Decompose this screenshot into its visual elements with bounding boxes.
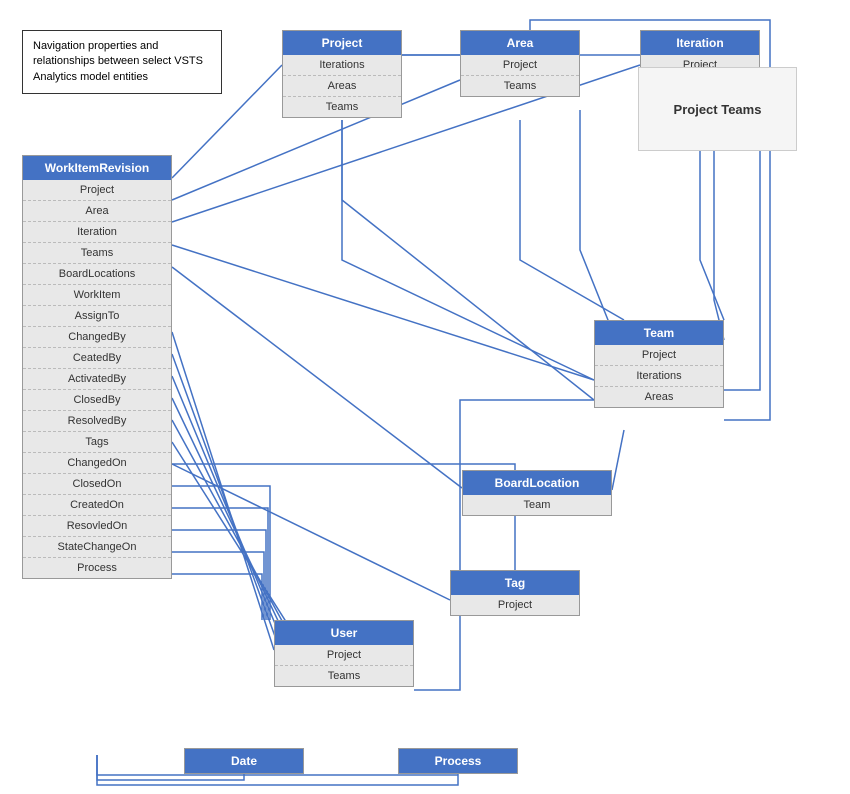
field-wir-resovledon: ResovledOn bbox=[23, 516, 171, 537]
field-wir-closedon: ClosedOn bbox=[23, 474, 171, 495]
field-boardlocation-team: Team bbox=[463, 495, 611, 515]
entity-tag-body: Project bbox=[451, 595, 579, 615]
field-team-areas: Areas bbox=[595, 387, 723, 407]
field-project-areas: Areas bbox=[283, 76, 401, 97]
entity-team: Team Project Iterations Areas bbox=[594, 320, 724, 408]
entity-boardlocation-body: Team bbox=[463, 495, 611, 515]
entity-date-header: Date bbox=[185, 749, 303, 773]
note-text: Navigation properties and relationships … bbox=[33, 40, 203, 83]
field-wir-project: Project bbox=[23, 180, 171, 201]
field-wir-iteration: Iteration bbox=[23, 222, 171, 243]
entity-tag: Tag Project bbox=[450, 570, 580, 616]
field-wir-activatedby: ActivatedBy bbox=[23, 369, 171, 390]
entity-project-body: Iterations Areas Teams bbox=[283, 55, 401, 117]
field-wir-changedby: ChangedBy bbox=[23, 327, 171, 348]
field-wir-tags: Tags bbox=[23, 432, 171, 453]
entity-user: User Project Teams bbox=[274, 620, 414, 687]
field-tag-project: Project bbox=[451, 595, 579, 615]
entity-area: Area Project Teams bbox=[460, 30, 580, 97]
entity-date: Date bbox=[184, 748, 304, 774]
note-box: Navigation properties and relationships … bbox=[22, 30, 222, 94]
field-user-project: Project bbox=[275, 645, 413, 666]
entity-workitemrevision: WorkItemRevision Project Area Iteration … bbox=[22, 155, 172, 579]
entity-area-body: Project Teams bbox=[461, 55, 579, 96]
entity-workitemrevision-header: WorkItemRevision bbox=[23, 156, 171, 180]
field-wir-ceatedby: CeatedBy bbox=[23, 348, 171, 369]
entity-iteration-header: Iteration bbox=[641, 31, 759, 55]
field-wir-changedon: ChangedOn bbox=[23, 453, 171, 474]
entity-project-header: Project bbox=[283, 31, 401, 55]
entity-user-header: User bbox=[275, 621, 413, 645]
field-area-teams: Teams bbox=[461, 76, 579, 96]
entity-user-body: Project Teams bbox=[275, 645, 413, 686]
field-wir-teams: Teams bbox=[23, 243, 171, 264]
field-wir-boardlocations: BoardLocations bbox=[23, 264, 171, 285]
field-wir-closedby: ClosedBy bbox=[23, 390, 171, 411]
field-wir-area: Area bbox=[23, 201, 171, 222]
field-team-project: Project bbox=[595, 345, 723, 366]
field-wir-statechangeon: StateChangeOn bbox=[23, 537, 171, 558]
field-wir-assignto: AssignTo bbox=[23, 306, 171, 327]
field-wir-resolvedby: ResolvedBy bbox=[23, 411, 171, 432]
field-user-teams: Teams bbox=[275, 666, 413, 686]
field-wir-workitem: WorkItem bbox=[23, 285, 171, 306]
entity-team-body: Project Iterations Areas bbox=[595, 345, 723, 407]
entity-boardlocation-header: BoardLocation bbox=[463, 471, 611, 495]
diagram-container: Navigation properties and relationships … bbox=[0, 0, 850, 794]
entity-area-header: Area bbox=[461, 31, 579, 55]
field-wir-createdon: CreatedOn bbox=[23, 495, 171, 516]
entity-process-header: Process bbox=[399, 749, 517, 773]
field-project-iterations: Iterations bbox=[283, 55, 401, 76]
entity-workitemrevision-body: Project Area Iteration Teams BoardLocati… bbox=[23, 180, 171, 578]
entity-project: Project Iterations Areas Teams bbox=[282, 30, 402, 118]
entity-tag-header: Tag bbox=[451, 571, 579, 595]
project-teams-label: Project Teams bbox=[638, 67, 797, 151]
entity-process: Process bbox=[398, 748, 518, 774]
field-area-project: Project bbox=[461, 55, 579, 76]
field-team-iterations: Iterations bbox=[595, 366, 723, 387]
field-project-teams: Teams bbox=[283, 97, 401, 117]
entity-team-header: Team bbox=[595, 321, 723, 345]
entity-boardlocation: BoardLocation Team bbox=[462, 470, 612, 516]
field-wir-process: Process bbox=[23, 558, 171, 578]
